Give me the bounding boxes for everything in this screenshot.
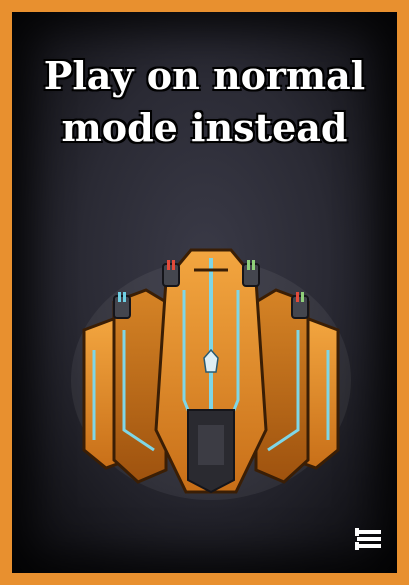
hamburger-menu-icon[interactable] xyxy=(355,527,383,551)
spaceship-icon xyxy=(71,248,351,500)
card-title: Play on normal mode instead xyxy=(43,53,366,150)
mode-card[interactable]: Play on normal mode instead xyxy=(0,0,409,585)
